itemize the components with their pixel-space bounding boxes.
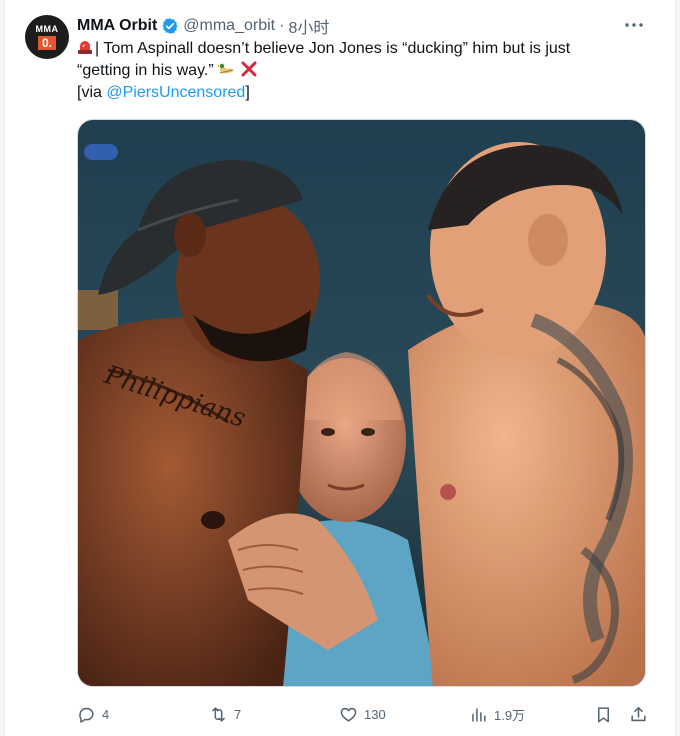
more-icon[interactable] xyxy=(623,14,645,36)
author-name[interactable]: MMA Orbit xyxy=(77,17,157,35)
tweet-photo[interactable]: Philippians xyxy=(77,119,646,687)
mention-link[interactable]: @PiersUncensored xyxy=(106,84,245,101)
views-count: 1.9万 xyxy=(494,707,526,723)
repost-icon xyxy=(212,706,225,722)
avatar[interactable]: MMA 0. xyxy=(25,15,69,59)
tweet-header: MMA Orbit @mma_orbit · 8小时 xyxy=(77,15,329,37)
repost-count: 7 xyxy=(234,706,242,722)
via-prefix: [via xyxy=(77,84,107,101)
bookmark-button[interactable] xyxy=(594,700,613,728)
verified-badge-icon xyxy=(162,18,178,34)
reply-count: 4 xyxy=(102,706,110,722)
avatar-logo-text: MMA xyxy=(35,24,59,34)
tweet-actions: 4 7 130 1.9万 xyxy=(77,700,653,728)
siren-emoji-icon xyxy=(78,41,92,54)
heart-icon xyxy=(340,707,357,722)
tweet-text: | Tom Aspinall doesn’t believe Jon Jones… xyxy=(77,38,657,104)
repost-button[interactable]: 7 xyxy=(209,700,241,728)
share-icon xyxy=(631,706,646,721)
views-button[interactable]: 1.9万 xyxy=(469,700,525,728)
like-count: 130 xyxy=(364,706,386,722)
reply-icon xyxy=(79,707,94,723)
tweet-timestamp[interactable]: 8小时 xyxy=(288,14,329,38)
bookmark-icon xyxy=(597,706,610,722)
reply-button[interactable]: 4 xyxy=(77,700,109,728)
tweet-text-line-2: “getting in his way.” xyxy=(77,62,214,79)
author-handle[interactable]: @mma_orbit xyxy=(183,17,275,35)
views-icon xyxy=(472,707,486,722)
duck-emoji-icon xyxy=(218,63,234,74)
separator-dot: · xyxy=(279,17,285,34)
share-button[interactable] xyxy=(629,700,648,728)
cross-mark-emoji-icon xyxy=(241,61,257,77)
tweet-card[interactable]: MMA 0. MMA Orbit @mma_orbit · 8小时 | Tom … xyxy=(4,0,676,736)
like-button[interactable]: 130 xyxy=(339,700,386,728)
tweet-text-line-1: | Tom Aspinall doesn’t believe Jon Jones… xyxy=(95,40,571,57)
avatar-logo-mark: 0. xyxy=(38,36,56,50)
via-suffix: ] xyxy=(245,84,250,101)
